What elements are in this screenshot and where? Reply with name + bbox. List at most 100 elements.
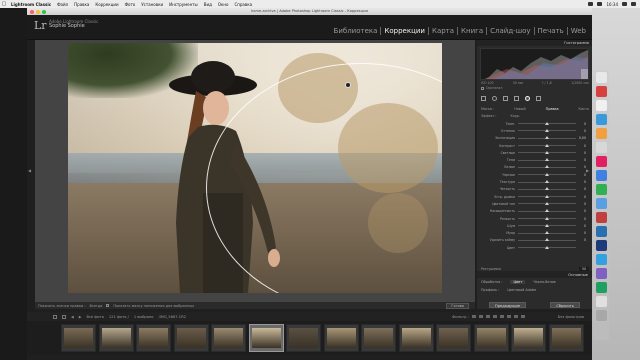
filmstrip-thumbnail[interactable] [511,324,546,352]
slider-value[interactable]: 0 [576,224,586,228]
slider-knob[interactable] [545,158,549,162]
slider-track[interactable] [518,231,576,235]
nav-forward-icon[interactable]: ▶ [79,315,82,319]
red-eye-tool-icon[interactable] [503,95,508,101]
filmstrip-thumbnail[interactable] [173,324,209,352]
slider-track[interactable] [518,201,576,205]
adjustment-brush-tool-icon[interactable] [536,95,541,101]
slider-track[interactable] [518,216,576,220]
slider-track[interactable] [518,172,576,176]
filter-flag-icon[interactable] [478,315,483,318]
slider-track[interactable] [518,136,576,140]
filmstrip-thumbnail[interactable] [361,324,396,352]
filter-color-icon[interactable] [506,315,511,318]
effect-select[interactable]: Корр. [511,114,520,118]
slider-knob[interactable] [545,245,549,249]
menu-app-name[interactable]: Lightroom Classic [8,2,54,7]
photoshop-dock-icon[interactable] [595,240,607,251]
filter-color-icon[interactable] [520,315,525,318]
mask-tab-new[interactable]: Новый [514,107,526,111]
profile-select[interactable]: Цветовой Adobe [507,288,536,292]
slider-track[interactable] [518,128,576,132]
app-store-icon[interactable] [595,114,607,125]
filter-preset-select[interactable]: Без фильтров [528,315,584,319]
slider-value[interactable]: 0 [576,122,586,126]
slider-value[interactable]: 0 [576,217,586,221]
slider-knob[interactable] [545,201,549,205]
overlay-checkbox[interactable] [106,304,110,307]
histogram[interactable] [480,48,589,80]
filmstrip-thumbnail[interactable] [98,324,134,352]
slider-value[interactable]: 0 [576,173,586,177]
app-icon[interactable] [595,268,607,279]
filmstrip-thumbnail[interactable] [61,324,96,352]
filter-pin[interactable] [345,82,351,88]
menu-list-icon[interactable] [631,2,636,6]
treatment-bw-button[interactable]: Черно-белое [533,280,556,284]
reset-all-button[interactable]: Сбросить [550,302,580,308]
slider-knob[interactable] [545,143,549,147]
slider-track[interactable] [518,158,576,162]
slider-value[interactable]: 0 [576,165,586,169]
slider-track[interactable] [518,165,576,169]
filmstrip-thumbnail[interactable] [473,324,509,352]
slider-value[interactable]: 0 [576,180,586,184]
slider-value[interactable]: 0 [576,209,586,213]
menu-photo[interactable]: Фото [122,2,139,7]
slider-value[interactable]: 0 [576,151,586,155]
slider-value[interactable]: 0 [576,158,586,162]
menu-edit[interactable]: Правка [71,2,92,7]
app-icon[interactable] [595,212,607,223]
battery-icon[interactable] [597,2,603,6]
slider-knob[interactable] [545,194,549,198]
module-web[interactable]: Web [568,27,589,35]
nav-back-icon[interactable]: ◀ [71,315,74,319]
photo[interactable] [68,43,442,293]
graduated-filter-tool-icon[interactable] [514,95,519,101]
safari-icon[interactable] [595,170,607,181]
treatment-color-button[interactable]: Цвет [510,280,526,284]
slider-track[interactable] [518,150,576,154]
filter-star-icon[interactable] [499,315,504,318]
source-all-photos[interactable]: Все фото [87,315,104,319]
finder-icon[interactable] [595,72,607,83]
right-panel-toggle-icon[interactable]: ▶ [586,168,589,173]
downloads-icon[interactable] [595,296,607,307]
original-photo-toggle[interactable]: Оригинал [481,86,502,90]
app-icon[interactable] [595,282,607,293]
wifi-icon[interactable] [588,2,594,6]
slider-value[interactable]: 0 [576,195,586,199]
trash-icon[interactable] [595,310,607,321]
system-preferences-icon[interactable] [595,198,607,209]
filmstrip-thumbnail[interactable] [548,324,584,352]
slider-track[interactable] [518,223,576,227]
mask-tab-edit[interactable]: Правка [546,107,559,111]
filmstrip-thumbnail[interactable] [398,324,434,352]
slider-track[interactable] [518,209,576,213]
filter-color-icon[interactable] [513,315,518,318]
mask-tab-brush[interactable]: Кисть [579,107,589,111]
slider-track[interactable] [518,143,576,147]
slider-knob[interactable] [545,150,549,154]
filmstrip-thumbnail[interactable] [248,324,284,352]
zoom-window-button[interactable] [42,9,46,14]
notes-icon[interactable] [595,100,607,111]
slider-knob[interactable] [545,187,549,191]
apple-menu-icon[interactable]:  [0,1,8,7]
messages-icon[interactable] [595,184,607,195]
slider-track[interactable] [518,245,576,249]
chrome-icon[interactable] [595,142,607,153]
slider-track[interactable] [518,121,576,125]
slider-value[interactable]: 0 [576,129,586,133]
menu-tools[interactable]: Инструменты [166,2,201,7]
photos-icon[interactable] [595,128,607,139]
radial-filter-tool-icon[interactable] [525,95,530,101]
previous-button[interactable]: Предыдущие [489,302,527,308]
slider-knob[interactable] [545,238,549,242]
slider-knob[interactable] [545,209,549,213]
slider-value[interactable]: 0 [576,231,586,235]
search-icon[interactable] [622,2,627,6]
slider-knob[interactable] [545,165,549,169]
menu-file[interactable]: Файл [54,2,71,7]
close-window-button[interactable] [30,9,34,14]
